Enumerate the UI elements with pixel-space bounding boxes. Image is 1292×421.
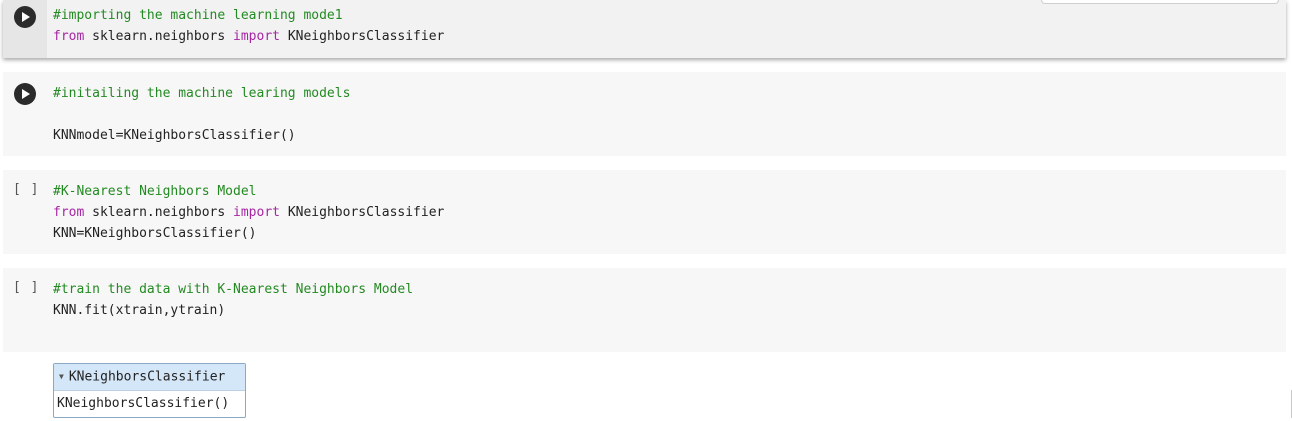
- code-cell-4[interactable]: [ ] #train the data with K-Nearest Neigh…: [3, 268, 1286, 352]
- code-editor[interactable]: #train the data with K-Nearest Neighbors…: [53, 279, 413, 321]
- code-text: sklearn.neighbors: [84, 29, 234, 44]
- code-comment: #K-Nearest Neighbors Model: [53, 184, 257, 199]
- code-cell-2[interactable]: #initailing the machine learing models K…: [3, 72, 1286, 156]
- code-text: KNeighborsClassifier: [280, 205, 445, 220]
- code-line: KNN=KNeighborsClassifier(): [53, 223, 444, 244]
- code-line: KNN.fit(xtrain,ytrain): [53, 300, 413, 321]
- code-line: #K-Nearest Neighbors Model: [53, 181, 444, 202]
- code-text: sklearn.neighbors: [84, 205, 234, 220]
- code-comment: #importing the machine learning mode1: [53, 8, 343, 23]
- code-cell-3[interactable]: [ ] #K-Nearest Neighbors Model from sklea…: [3, 170, 1286, 254]
- run-cell-button[interactable]: [14, 83, 36, 105]
- cell-toolbar: [1041, 0, 1279, 4]
- code-line: #importing the machine learning mode1: [53, 5, 444, 26]
- code-line: KNNmodel=KNeighborsClassifier(): [53, 125, 350, 146]
- estimator-repr: KNeighborsClassifier(): [54, 390, 245, 417]
- estimator-output: ▼ KNeighborsClassifier KNeighborsClassifi…: [53, 363, 246, 418]
- code-keyword: import: [233, 205, 280, 220]
- run-cell-button[interactable]: [14, 6, 36, 28]
- code-keyword: import: [233, 29, 280, 44]
- code-keyword: from: [53, 205, 85, 220]
- code-text: KNN.fit(xtrain,ytrain): [53, 303, 226, 318]
- code-line: from sklearn.neighbors import KNeighbors…: [53, 202, 444, 223]
- code-text: KNNmodel=KNeighborsClassifier(): [53, 128, 296, 143]
- code-keyword: from: [53, 29, 85, 44]
- estimator-title: KNeighborsClassifier: [68, 369, 226, 385]
- code-editor[interactable]: #initailing the machine learing models K…: [53, 83, 350, 146]
- code-line: #initailing the machine learing models: [53, 83, 350, 104]
- code-comment: #initailing the machine learing models: [53, 86, 351, 101]
- code-editor[interactable]: #K-Nearest Neighbors Model from sklearn.n…: [53, 181, 444, 244]
- code-line: from sklearn.neighbors import KNeighbors…: [53, 26, 444, 47]
- execution-count-bracket[interactable]: [ ]: [13, 280, 39, 295]
- code-text: KNeighborsClassifier: [280, 29, 445, 44]
- estimator-header-toggle[interactable]: ▼ KNeighborsClassifier: [54, 364, 245, 390]
- code-line: #train the data with K-Nearest Neighbors…: [53, 279, 413, 300]
- caret-down-icon: ▼: [59, 372, 64, 381]
- code-cell-1[interactable]: #importing the machine learning mode1 fro…: [3, 0, 1286, 58]
- code-editor[interactable]: #importing the machine learning mode1 fro…: [53, 5, 444, 47]
- code-comment: #train the data with K-Nearest Neighbors…: [53, 282, 414, 297]
- execution-count-bracket[interactable]: [ ]: [13, 182, 39, 197]
- code-text: KNN=KNeighborsClassifier(): [53, 226, 257, 241]
